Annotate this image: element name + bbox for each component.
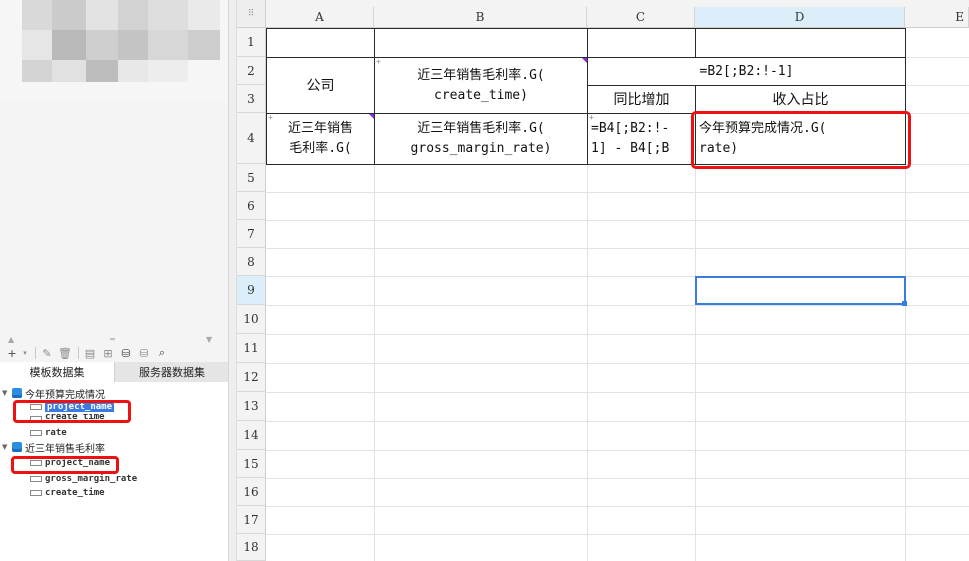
dataset-icon [12, 442, 22, 452]
tree-field[interactable]: gross_margin_rate [0, 472, 228, 486]
row-header[interactable]: 15 [237, 450, 266, 478]
row-header[interactable]: 4 [237, 113, 266, 164]
grip-icon: ═ [110, 335, 115, 344]
cell-b2-b3[interactable]: + 近三年销售毛利率.G( create_time) [374, 57, 588, 114]
panel-splitter[interactable]: ▲ ═ ▼ [0, 335, 228, 344]
row-header[interactable]: 16 [237, 478, 266, 506]
cell-text: 近三年销售 毛利率.G( [287, 121, 353, 156]
server-dataset-icon[interactable]: ⛁ [118, 346, 134, 360]
row-header[interactable]: 11 [237, 334, 266, 363]
database-icon[interactable]: ⛁ [136, 346, 152, 360]
column-header-a[interactable]: A [266, 7, 374, 28]
edit-icon[interactable]: ✎ [39, 346, 55, 360]
row-header[interactable]: 17 [237, 506, 266, 534]
blurred-region [0, 0, 228, 100]
delete-icon[interactable]: 🗑 [57, 346, 73, 360]
dataset-name: 今年预算完成情况 [25, 389, 105, 401]
column-header-b[interactable]: B [374, 7, 587, 28]
cell-text: =B2[;B2:!-1] [699, 63, 794, 79]
cell-text: 同比增加 [613, 91, 670, 108]
collapse-up-icon[interactable]: ▲ [8, 336, 14, 344]
spreadsheet: ⠿ A B C D E 1 2 3 4 5 6 7 8 9 10 11 12 1… [229, 0, 969, 561]
highlight-box [13, 400, 131, 423]
dataset-name: 近三年销售毛利率 [25, 443, 105, 455]
tab-template-dataset[interactable]: 模板数据集 [0, 362, 115, 382]
sheet-divider[interactable] [229, 0, 237, 561]
panel-blank-area [0, 100, 228, 336]
tree-dataset-margin[interactable]: ▼ 近三年销售毛利率 [0, 440, 228, 455]
tree-field[interactable]: rate [0, 426, 228, 440]
dataset-tabs: 模板数据集 服务器数据集 [0, 362, 228, 382]
dropdown-icon[interactable]: ▾ [22, 346, 28, 360]
cell-text: =B4[;B2:!- 1] - B4[;B [591, 121, 670, 156]
row-header[interactable]: 5 [237, 164, 266, 192]
active-cell-selection[interactable] [695, 276, 907, 306]
expand-arrow-icon[interactable]: ▼ [2, 389, 12, 397]
row-header[interactable]: 18 [237, 534, 266, 561]
field-icon [30, 490, 42, 496]
cell-a2-a3[interactable]: 公司 [266, 57, 375, 114]
cell-c4[interactable]: + =B4[;B2:!- 1] - B4[;B [587, 113, 696, 165]
row-header[interactable]: 3 [237, 85, 266, 113]
cell-text: 公司 [306, 77, 335, 94]
cell-d1[interactable] [695, 28, 906, 58]
row-header[interactable]: 8 [237, 248, 266, 276]
cell-text: 近三年销售毛利率.G( gross_margin_rate) [410, 121, 552, 156]
row-header[interactable]: 1 [237, 28, 266, 57]
column-header-d[interactable]: D [695, 7, 905, 28]
collapse-down-icon[interactable]: ▼ [206, 336, 212, 344]
dataset-panel: ▲ ═ ▼ + ▾ ✎ 🗑 ▤ ⊞ ⛁ ⛁ ⌕ 模板数据集 服务器数据集 ▼ 今… [0, 0, 229, 561]
field-icon [30, 476, 42, 482]
select-all-corner[interactable]: ⠿ [237, 0, 266, 28]
field-name: rate [45, 428, 67, 438]
row-header[interactable]: 13 [237, 392, 266, 421]
column-header-c[interactable]: C [587, 7, 695, 28]
cell-a4[interactable]: + 近三年销售 毛利率.G( [266, 113, 375, 165]
tree-dataset-budget[interactable]: ▼ 今年预算完成情况 [0, 386, 228, 401]
add-dataset-icon[interactable]: + [4, 346, 20, 360]
cell-c1[interactable] [587, 28, 696, 58]
highlight-box [691, 111, 911, 169]
search-icon[interactable]: ⌕ [154, 346, 170, 360]
row-header[interactable]: 12 [237, 363, 266, 392]
cell-c2-d2[interactable]: =B2[;B2:!-1] [587, 57, 906, 86]
field-name: gross_margin_rate [45, 474, 138, 484]
stored-procedure-icon[interactable]: ⊞ [100, 346, 116, 360]
tab-server-dataset[interactable]: 服务器数据集 [115, 362, 228, 382]
row-header[interactable]: 6 [237, 192, 266, 220]
cell-c3[interactable]: 同比增加 [587, 85, 696, 114]
cell-text: 近三年销售毛利率.G( create_time) [417, 67, 545, 103]
cell-text: 收入占比 [772, 91, 829, 108]
cell-d3[interactable]: 收入占比 [695, 85, 906, 114]
cell-b1[interactable] [374, 28, 588, 58]
row-header[interactable]: 10 [237, 305, 266, 334]
dataset-icon [12, 388, 22, 398]
highlight-box [11, 456, 119, 474]
row-header[interactable]: 14 [237, 421, 266, 450]
dataset-toolbar: + ▾ ✎ 🗑 ▤ ⊞ ⛁ ⛁ ⌕ [0, 344, 228, 362]
row-header[interactable]: 2 [237, 57, 266, 85]
field-icon [30, 430, 42, 436]
preview-icon[interactable]: ▤ [82, 346, 98, 360]
field-name: create_time [45, 488, 105, 498]
expand-arrow-icon[interactable]: ▼ [2, 443, 12, 451]
cell-a1[interactable] [266, 28, 375, 58]
row-header[interactable]: 9 [237, 276, 266, 305]
row-header[interactable]: 7 [237, 220, 266, 248]
tree-field[interactable]: create_time [0, 486, 228, 500]
cell-b4[interactable]: 近三年销售毛利率.G( gross_margin_rate) [374, 113, 588, 165]
column-header-e[interactable]: E [905, 7, 969, 28]
fill-handle[interactable] [902, 301, 907, 306]
